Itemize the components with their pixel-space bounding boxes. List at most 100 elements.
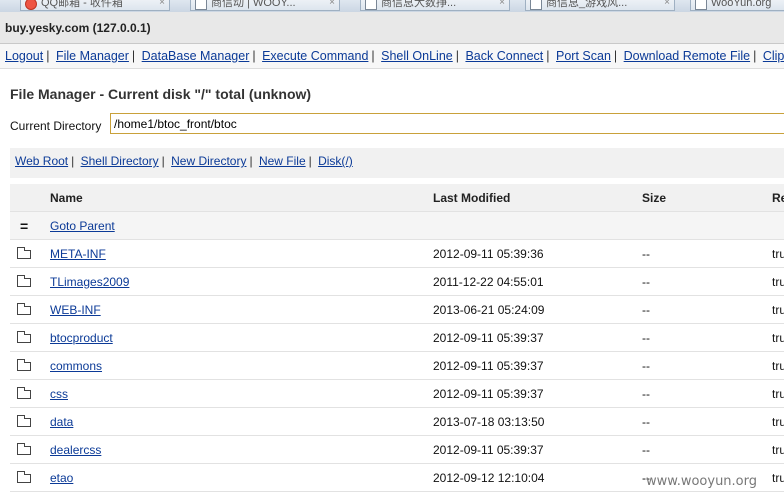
web-root-link[interactable]: Web Root: [15, 154, 68, 168]
re-cell: tru: [772, 359, 784, 373]
file-table: Name Last Modified Size Re = Goto Parent…: [10, 184, 784, 492]
folder-link[interactable]: dealercss: [50, 443, 101, 457]
folder-icon: [17, 443, 31, 455]
page-title: buy.yesky.com (127.0.0.1): [5, 21, 151, 35]
folder-link[interactable]: btocproduct: [50, 331, 113, 345]
last-modified-cell: 2012-09-11 05:39:36: [433, 247, 544, 261]
menu-separator: |: [131, 49, 136, 63]
folder-icon: [17, 415, 31, 427]
new-file-link[interactable]: New File: [259, 154, 306, 168]
column-header-last-modified[interactable]: Last Modified: [433, 191, 510, 205]
column-header-size[interactable]: Size: [642, 191, 666, 205]
current-directory-row: Current Directory: [0, 108, 784, 142]
browser-tab[interactable]: 商信动 | WOOY... ×: [190, 0, 340, 11]
menu-separator: |: [455, 49, 459, 63]
folder-icon: [17, 331, 31, 343]
column-header-re[interactable]: Re: [772, 191, 784, 205]
last-modified-cell: 2012-09-11 05:39:37: [433, 387, 544, 401]
table-row: commons 2012-09-11 05:39:37 -- tru: [10, 352, 784, 380]
close-icon[interactable]: ×: [329, 0, 335, 10]
shell-menu-bar: Logout | File Manager | DataBase Manager | …: [0, 44, 784, 69]
menu-separator: |: [546, 49, 550, 63]
size-cell: --: [642, 331, 650, 345]
action-separator: |: [71, 154, 75, 168]
re-cell: tru: [772, 443, 784, 457]
directory-actions-bar: Web Root | Shell Directory | New Directory…: [10, 148, 784, 178]
last-modified-cell: 2012-09-11 05:39:37: [433, 443, 544, 457]
parent-directory-icon: =: [20, 218, 29, 234]
close-icon[interactable]: ×: [499, 0, 505, 10]
new-directory-link[interactable]: New Directory: [171, 154, 246, 168]
execute-command-link[interactable]: Execute Command: [262, 49, 368, 63]
folder-link[interactable]: META-INF: [50, 247, 106, 261]
page-icon: [365, 0, 377, 10]
folder-link[interactable]: WEB-INF: [50, 303, 101, 317]
tab-title: 商信动 | WOOY...: [211, 0, 296, 9]
clipboard-link[interactable]: ClipBoard: [763, 49, 784, 63]
table-row: css 2012-09-11 05:39:37 -- tru: [10, 380, 784, 408]
shell-online-link[interactable]: Shell OnLine: [381, 49, 453, 63]
file-manager-link[interactable]: File Manager: [56, 49, 129, 63]
download-remote-file-link[interactable]: Download Remote File: [624, 49, 750, 63]
folder-icon: [17, 387, 31, 399]
page-icon: [195, 0, 207, 10]
action-separator: |: [249, 154, 253, 168]
folder-link[interactable]: commons: [50, 359, 102, 373]
browser-tab[interactable]: 商信息大数挣... ×: [360, 0, 510, 11]
size-cell: --: [642, 443, 650, 457]
action-separator: |: [161, 154, 165, 168]
folder-link[interactable]: css: [50, 387, 68, 401]
re-cell: tru: [772, 387, 784, 401]
re-cell: tru: [772, 275, 784, 289]
back-connect-link[interactable]: Back Connect: [465, 49, 543, 63]
browser-tab[interactable]: WooYun.org: [690, 0, 784, 11]
tab-title: QQ邮箱 - 收件箱: [41, 0, 123, 9]
folder-icon: [17, 303, 31, 315]
current-directory-label: Current Directory: [10, 119, 102, 133]
tab-title: WooYun.org: [711, 0, 772, 9]
last-modified-cell: 2012-09-11 05:39:37: [433, 359, 544, 373]
goto-parent-link[interactable]: Goto Parent: [50, 219, 115, 233]
folder-icon: [17, 275, 31, 287]
re-cell: tru: [772, 415, 784, 429]
table-row: dealercss 2012-09-11 05:39:37 -- tru: [10, 436, 784, 464]
window-title-bar: buy.yesky.com (127.0.0.1): [0, 12, 784, 44]
table-row: WEB-INF 2013-06-21 05:24:09 -- tru: [10, 296, 784, 324]
table-row: data 2013-07-18 03:13:50 -- tru: [10, 408, 784, 436]
database-manager-link[interactable]: DataBase Manager: [142, 49, 250, 63]
table-row: btocproduct 2012-09-11 05:39:37 -- tru: [10, 324, 784, 352]
disk-root-link[interactable]: Disk(/): [318, 154, 353, 168]
close-icon[interactable]: ×: [159, 0, 165, 10]
re-cell: tru: [772, 247, 784, 261]
menu-separator: |: [371, 49, 375, 63]
tab-title: 商信息大数挣...: [381, 0, 457, 9]
browser-tab[interactable]: QQ邮箱 - 收件箱 ×: [20, 0, 170, 11]
qq-mail-icon: [25, 0, 37, 10]
logout-link[interactable]: Logout: [5, 49, 43, 63]
size-cell: --: [642, 247, 650, 261]
action-separator: |: [308, 154, 312, 168]
file-manager-title: File Manager - Current disk "/" total (u…: [10, 86, 312, 102]
menu-separator: |: [252, 49, 256, 63]
last-modified-cell: 2012-09-12 12:10:04: [433, 471, 545, 485]
folder-link[interactable]: TLimages2009: [50, 275, 129, 289]
size-cell: --: [642, 387, 650, 401]
folder-link[interactable]: etao: [50, 471, 73, 485]
folder-link[interactable]: data: [50, 415, 73, 429]
watermark: www.wooyun.org: [646, 474, 758, 489]
folder-icon: [17, 471, 31, 483]
browser-tab[interactable]: 商信息_游戏风... ×: [525, 0, 675, 11]
size-cell: --: [642, 303, 650, 317]
port-scan-link[interactable]: Port Scan: [556, 49, 611, 63]
shell-directory-link[interactable]: Shell Directory: [81, 154, 159, 168]
goto-parent-row: = Goto Parent: [10, 212, 784, 240]
close-icon[interactable]: ×: [664, 0, 670, 10]
size-cell: --: [642, 275, 650, 289]
page-icon: [695, 0, 707, 10]
current-directory-input[interactable]: [110, 113, 784, 134]
table-row: TLimages2009 2011-12-22 04:55:01 -- tru: [10, 268, 784, 296]
column-header-name[interactable]: Name: [50, 191, 83, 205]
size-cell: --: [642, 415, 650, 429]
folder-icon: [17, 247, 31, 259]
menu-separator: |: [753, 49, 757, 63]
